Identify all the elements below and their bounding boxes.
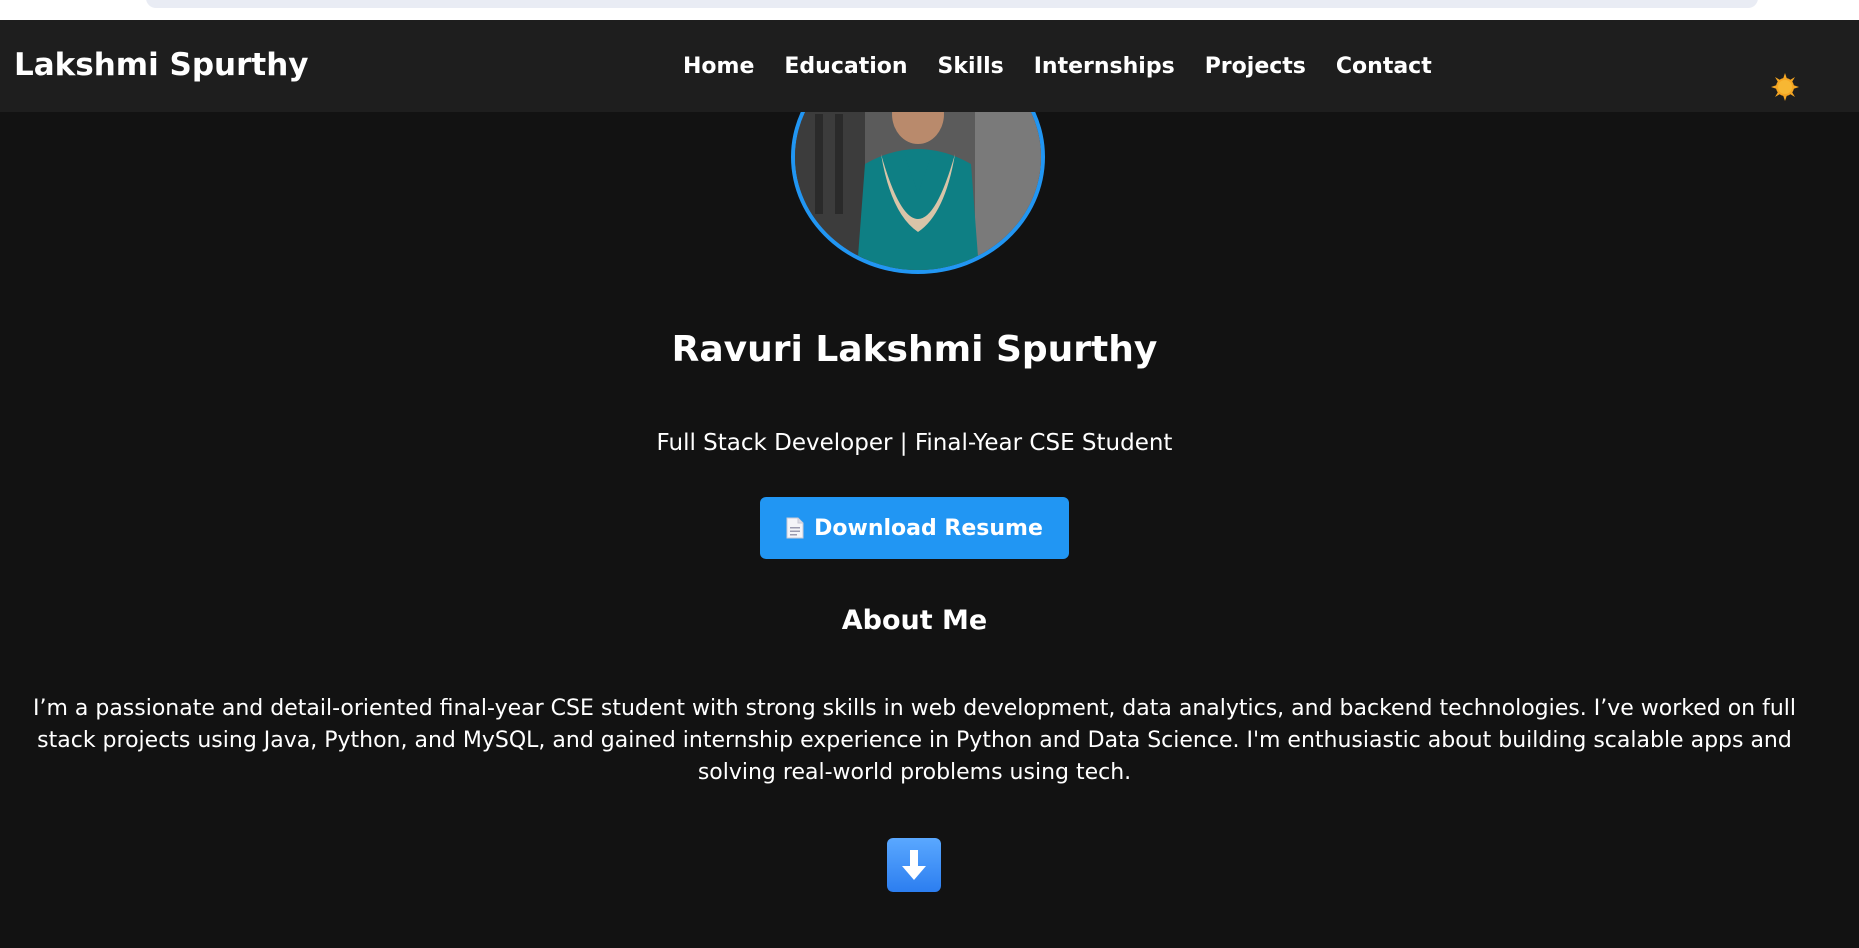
navbar: Lakshmi Spurthy Home Education Skills In… [0, 20, 1859, 112]
nav-links: Home Education Skills Internships Projec… [683, 54, 1462, 80]
scroll-down-button[interactable] [887, 838, 941, 892]
nav-link-contact[interactable]: Contact [1336, 54, 1432, 80]
theme-toggle-button[interactable] [1770, 72, 1800, 102]
brand-logo-text[interactable]: Lakshmi Spurthy [14, 48, 309, 82]
nav-link-education[interactable]: Education [784, 54, 907, 80]
nav-link-projects[interactable]: Projects [1205, 54, 1306, 80]
hero-tagline: Full Stack Developer | Final-Year CSE St… [656, 430, 1173, 456]
nav-link-skills[interactable]: Skills [938, 54, 1004, 80]
document-icon [786, 517, 804, 539]
down-arrow-icon [902, 850, 926, 880]
about-text: I’m a passionate and detail-oriented fin… [32, 696, 1797, 785]
about-heading: About Me [841, 605, 988, 636]
browser-top-strip [0, 0, 1859, 20]
address-bar[interactable] [146, 0, 1758, 8]
nav-link-home[interactable]: Home [683, 54, 754, 80]
hero-name: Ravuri Lakshmi Spurthy [671, 329, 1158, 370]
download-resume-button[interactable]: Download Resume [760, 497, 1069, 559]
sun-icon [1771, 73, 1799, 101]
download-resume-label: Download Resume [814, 515, 1043, 541]
nav-link-internships[interactable]: Internships [1034, 54, 1175, 80]
